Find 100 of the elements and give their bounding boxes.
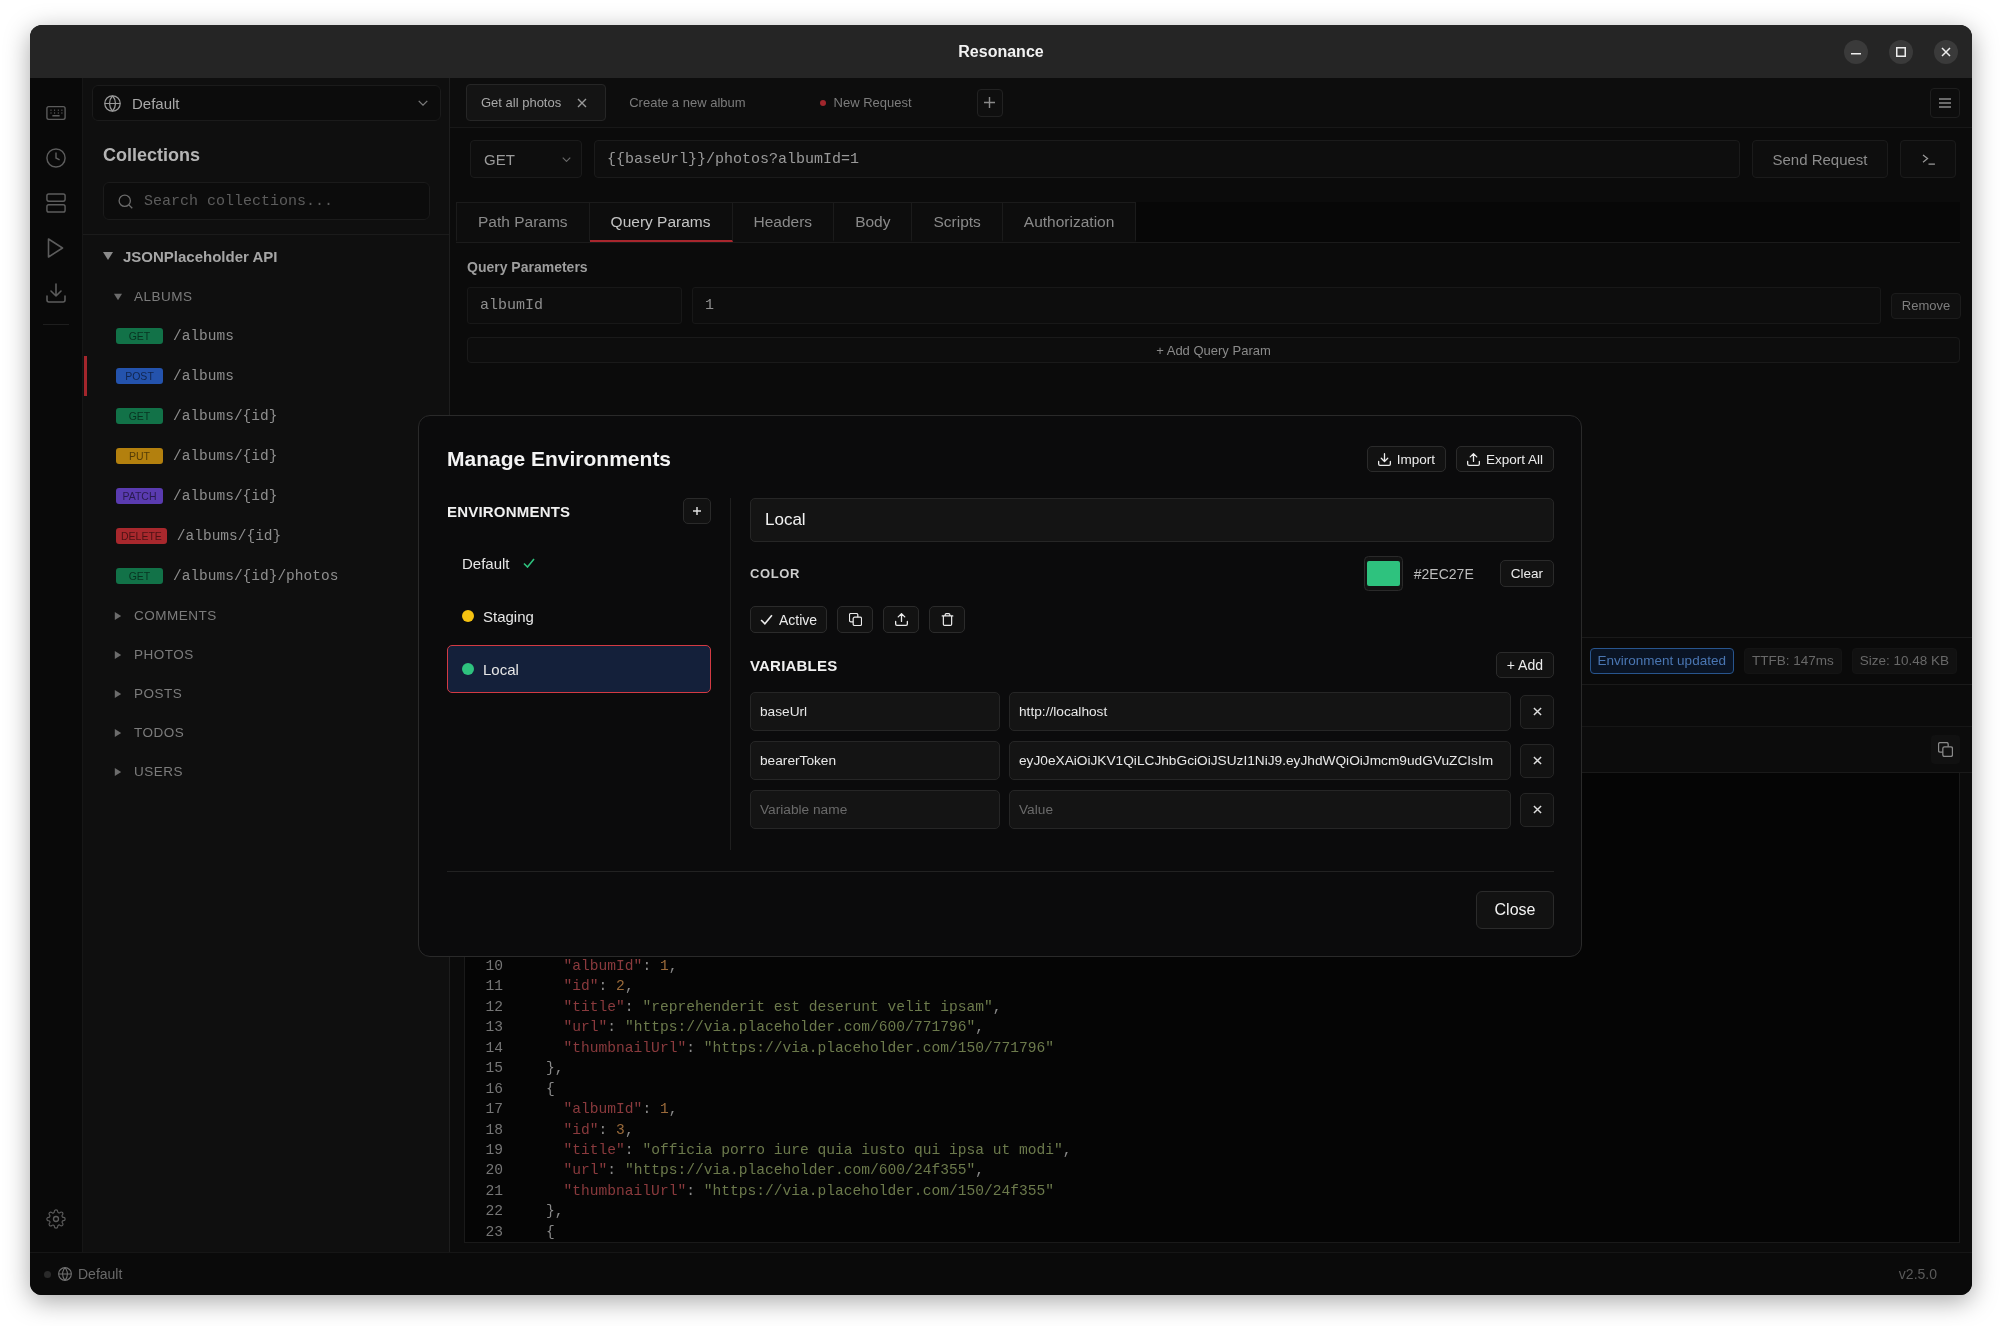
copy-button[interactable] bbox=[1931, 735, 1960, 764]
request-tab[interactable]: Get all photos bbox=[466, 84, 607, 121]
maximize-icon bbox=[1896, 46, 1906, 57]
collection-item[interactable]: JSONPlaceholder API bbox=[83, 235, 278, 277]
environment-item[interactable]: Local bbox=[447, 645, 711, 693]
variable-value-field[interactable]: Value bbox=[1009, 790, 1511, 829]
search-icon bbox=[118, 193, 133, 209]
folder-item[interactable]: USERS bbox=[83, 752, 183, 791]
code-line: "thumbnailUrl": "https://via.placeholder.com/150/771796" bbox=[563, 1039, 1054, 1056]
check-icon bbox=[760, 613, 773, 626]
method-select[interactable]: GET bbox=[470, 140, 582, 178]
line-number: 15 bbox=[484, 1060, 503, 1077]
request-item[interactable]: GET /albums/{id}/photos bbox=[84, 556, 347, 596]
import-button[interactable]: Import bbox=[1366, 446, 1446, 472]
settings-icon[interactable] bbox=[46, 1209, 66, 1229]
param-value-field[interactable]: 1 bbox=[692, 287, 1881, 324]
environment-name-field[interactable]: Local bbox=[750, 498, 1554, 542]
maximize-button[interactable] bbox=[1889, 39, 1913, 64]
request-item[interactable]: PATCH /albums/{id} bbox=[84, 476, 286, 516]
param-tab[interactable]: Query Params bbox=[589, 202, 733, 242]
server-icon[interactable] bbox=[46, 193, 66, 213]
folder-item[interactable]: COMMENTS bbox=[83, 596, 217, 635]
code-line: { bbox=[546, 1223, 555, 1240]
duplicate-button[interactable] bbox=[837, 606, 874, 633]
close-button[interactable] bbox=[1934, 39, 1958, 64]
chevron-down-icon bbox=[418, 100, 428, 106]
code-line: }, bbox=[546, 1203, 564, 1220]
metric-badge: Size: 10.48 KB bbox=[1851, 648, 1957, 674]
param-tab[interactable]: Authorization bbox=[1002, 202, 1137, 242]
chevron-down-icon bbox=[562, 156, 571, 162]
new-tab-button[interactable] bbox=[976, 88, 1003, 117]
search-field[interactable]: Search collections... bbox=[103, 182, 430, 220]
add-environment-button[interactable] bbox=[683, 498, 711, 524]
line-number: 18 bbox=[484, 1121, 503, 1138]
add-query-param-button[interactable]: + Add Query Param bbox=[467, 337, 1960, 363]
export-all-button[interactable]: Export All bbox=[1455, 446, 1554, 472]
color-swatch-icon[interactable] bbox=[1363, 556, 1403, 591]
method-badge: PUT bbox=[116, 448, 163, 464]
close-icon[interactable] bbox=[577, 97, 588, 108]
minimize-button[interactable] bbox=[1844, 39, 1868, 64]
variable-name-field[interactable]: bearerToken bbox=[750, 741, 1000, 780]
param-tab[interactable]: Headers bbox=[732, 202, 835, 242]
request-item[interactable]: GET /albums bbox=[84, 316, 242, 356]
version-label: v2.5.0 bbox=[1898, 1266, 1937, 1282]
folder-item[interactable]: TODOS bbox=[83, 713, 185, 752]
variable-name-field[interactable]: Variable name bbox=[750, 790, 1000, 829]
param-tab[interactable]: Path Params bbox=[456, 202, 590, 242]
keyboard-icon[interactable] bbox=[46, 103, 66, 123]
download-icon[interactable] bbox=[46, 283, 66, 303]
remove-variable-button[interactable] bbox=[1520, 792, 1554, 827]
line-number: 22 bbox=[484, 1203, 503, 1220]
delete-button[interactable] bbox=[929, 606, 966, 633]
add-variable-button[interactable]: + Add bbox=[1495, 652, 1554, 678]
request-item[interactable]: POST /albums bbox=[84, 356, 242, 396]
copy-icon bbox=[1938, 742, 1953, 757]
status-environment[interactable]: Default bbox=[78, 1266, 123, 1282]
folder-item[interactable]: ALBUMS bbox=[83, 277, 193, 316]
line-number: 16 bbox=[484, 1080, 503, 1097]
terminal-icon bbox=[1921, 153, 1935, 165]
clear-button[interactable]: Clear bbox=[1499, 560, 1554, 587]
variable-value-field[interactable]: http://localhost bbox=[1009, 692, 1511, 731]
remove-variable-button[interactable] bbox=[1520, 694, 1554, 729]
param-key-field[interactable]: albumId bbox=[467, 287, 682, 324]
line-number: 11 bbox=[484, 978, 503, 995]
method-badge: GET bbox=[116, 408, 163, 424]
request-item[interactable]: PUT /albums/{id} bbox=[84, 436, 286, 476]
active-button[interactable]: Active bbox=[750, 606, 828, 633]
line-number: 19 bbox=[484, 1141, 503, 1158]
export-button[interactable] bbox=[883, 606, 920, 633]
environment-item[interactable]: Default bbox=[447, 539, 711, 587]
request-item[interactable]: DELETE /albums/{id} bbox=[84, 516, 290, 556]
request-tab[interactable]: Create a new album bbox=[614, 84, 797, 121]
folder-item[interactable]: PHOTOS bbox=[83, 635, 194, 674]
send-request-button[interactable]: Send Request bbox=[1752, 140, 1888, 178]
menu-button[interactable] bbox=[1930, 87, 1960, 118]
method-badge: DELETE bbox=[116, 528, 167, 544]
line-number: 10 bbox=[484, 957, 503, 974]
trash-icon bbox=[940, 613, 954, 626]
request-item[interactable]: GET /albums/{id} bbox=[84, 396, 286, 436]
dialog-title: Manage Environments bbox=[447, 447, 672, 471]
environment-item[interactable]: Staging bbox=[447, 592, 711, 640]
param-tab[interactable]: Body bbox=[834, 202, 913, 242]
status-dot-icon bbox=[44, 1270, 51, 1278]
close-icon bbox=[1532, 805, 1542, 814]
close-icon bbox=[1941, 46, 1951, 57]
play-icon[interactable] bbox=[46, 238, 66, 258]
code-line: "id": 3, bbox=[563, 1121, 634, 1138]
clock-icon[interactable] bbox=[46, 148, 66, 168]
url-field[interactable]: {{baseUrl}}/photos?albumId=1 bbox=[594, 140, 1740, 178]
plus-icon bbox=[984, 97, 996, 108]
param-tab[interactable]: Scripts bbox=[912, 202, 1003, 242]
request-tab[interactable]: New Request bbox=[804, 84, 963, 121]
close-icon bbox=[1532, 707, 1542, 716]
remove-variable-button[interactable] bbox=[1520, 743, 1554, 778]
variable-name-field[interactable]: baseUrl bbox=[750, 692, 1000, 731]
variable-value-field[interactable]: eyJ0eXAiOiJKV1QiLCJhbGciOiJSUzI1NiJ9.eyJhdWQiOiJmcm9udGVuZCIsIm bbox=[1009, 741, 1511, 780]
close-dialog-button[interactable]: Close bbox=[1476, 891, 1554, 929]
folder-item[interactable]: POSTS bbox=[83, 674, 183, 713]
environment-select[interactable]: Default bbox=[92, 85, 441, 121]
remove-button[interactable]: Remove bbox=[1891, 292, 1961, 319]
